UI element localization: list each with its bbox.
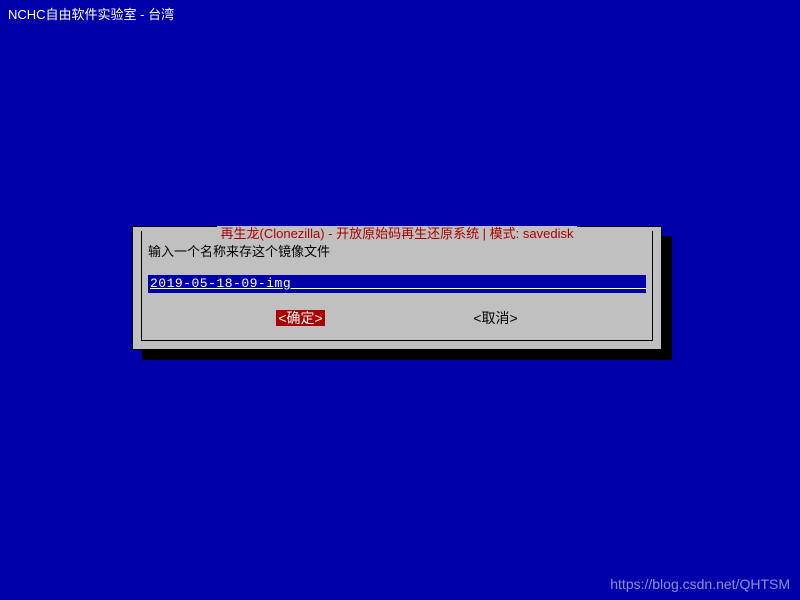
- ok-button-label: 确定: [287, 310, 315, 326]
- dialog-title-row: 再生龙(Clonezilla) - 开放原始码再生还原系统 | 模式: save…: [142, 223, 652, 243]
- dialog: 再生龙(Clonezilla) - 开放原始码再生还原系统 | 模式: save…: [132, 226, 662, 350]
- header-title: NCHC自由软件实验室 - 台湾: [0, 0, 800, 27]
- cancel-button-label: 取消: [482, 310, 510, 326]
- image-name-value: 2019-05-18-09-img: [150, 276, 291, 291]
- dialog-buttons: <确定> <取消>: [142, 308, 652, 328]
- input-fill: ________________________________________…: [291, 276, 646, 291]
- ok-button[interactable]: <确定>: [276, 308, 324, 328]
- dialog-title: 再生龙(Clonezilla) - 开放原始码再生还原系统 | 模式: save…: [217, 226, 578, 241]
- dialog-frame: 再生龙(Clonezilla) - 开放原始码再生还原系统 | 模式: save…: [141, 231, 653, 341]
- cancel-button[interactable]: <取消>: [473, 308, 517, 328]
- dialog-prompt: 输入一个名称来存这个镜像文件: [148, 241, 330, 260]
- image-name-input[interactable]: 2019-05-18-09-img_______________________…: [148, 275, 646, 293]
- watermark: https://blog.csdn.net/QHTSM: [610, 576, 790, 592]
